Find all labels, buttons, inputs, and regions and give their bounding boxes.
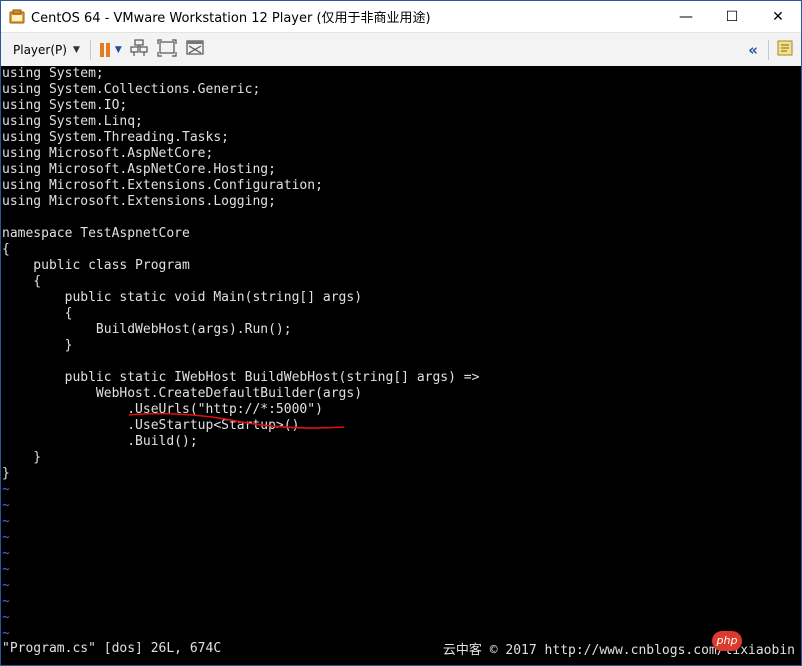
code-line: public class Program xyxy=(2,258,190,273)
close-button[interactable]: ✕ xyxy=(755,1,801,32)
code-line: } xyxy=(2,450,42,465)
empty-line-tilde: ~ xyxy=(2,626,10,641)
empty-line-tilde: ~ xyxy=(2,482,10,497)
code-line: WebHost.CreateDefaultBuilder(args) xyxy=(2,386,363,401)
toolbar-divider xyxy=(768,39,769,60)
window-title: CentOS 64 - VMware Workstation 12 Player… xyxy=(31,11,431,26)
code-line: using System.Threading.Tasks; xyxy=(2,130,229,145)
player-menu-button[interactable]: Player(P) ▼ xyxy=(13,39,80,61)
toolbar-divider xyxy=(89,39,91,60)
empty-line-tilde: ~ xyxy=(2,514,10,529)
code-line: { xyxy=(2,242,10,257)
send-ctrl-alt-del-icon xyxy=(130,38,148,61)
vmware-player-window: CentOS 64 - VMware Workstation 12 Player… xyxy=(0,0,802,666)
toolbar-right: « xyxy=(748,33,793,66)
window-controls: — ☐ ✕ xyxy=(663,1,801,32)
fullscreen-button[interactable] xyxy=(156,38,178,61)
maximize-icon: ☐ xyxy=(725,8,739,25)
fullscreen-icon xyxy=(157,38,177,61)
code-line: using System.Collections.Generic; xyxy=(2,82,261,97)
empty-line-tilde: ~ xyxy=(2,594,10,609)
empty-line-tilde: ~ xyxy=(2,498,10,513)
vmware-app-icon xyxy=(9,9,25,25)
empty-line-tilde: ~ xyxy=(2,546,10,561)
player-toolbar: Player(P) ▼ ▼ « xyxy=(1,32,801,67)
code-line: using System.IO; xyxy=(2,98,128,113)
empty-line-tilde: ~ xyxy=(2,578,10,593)
minimize-icon: — xyxy=(679,8,693,25)
code-line: using System; xyxy=(2,66,104,81)
chevron-down-icon: ▼ xyxy=(72,44,80,55)
close-icon: ✕ xyxy=(772,8,784,25)
maximize-button[interactable]: ☐ xyxy=(709,1,755,32)
notes-icon[interactable] xyxy=(777,40,793,60)
code-line: using System.Linq; xyxy=(2,114,143,129)
empty-line-tilde: ~ xyxy=(2,610,10,625)
code-line: using Microsoft.Extensions.Configuration… xyxy=(2,178,323,193)
code-line: using Microsoft.AspNetCore; xyxy=(2,146,214,161)
unity-button[interactable] xyxy=(184,39,206,61)
code-line: BuildWebHost(args).Run(); xyxy=(2,322,292,337)
player-menu-label: Player(P) xyxy=(13,42,67,57)
code-line: namespace TestAspnetCore xyxy=(2,226,190,241)
vm-console-screen[interactable]: using System; using System.Collections.Ge… xyxy=(1,66,801,665)
vi-status-line: "Program.cs" [dos] 26L, 674C xyxy=(2,641,222,656)
watermark-text: 云中客 © 2017 http://www.cnblogs.com/lixiao… xyxy=(442,643,795,658)
chevron-down-icon[interactable]: ▼ xyxy=(115,45,122,55)
code-line: .UseStartup<Startup>() xyxy=(2,418,300,433)
collapse-icon[interactable]: « xyxy=(748,41,758,59)
code-line: public static void Main(string[] args) xyxy=(2,290,363,305)
code-line: } xyxy=(2,466,10,481)
send-ctrl-alt-del-button[interactable] xyxy=(128,38,150,61)
code-line: public static IWebHost BuildWebHost(stri… xyxy=(2,370,480,385)
code-line: { xyxy=(2,274,42,289)
code-line: using Microsoft.Extensions.Logging; xyxy=(2,194,276,209)
pause-button[interactable]: ▼ xyxy=(99,39,122,61)
empty-line-tilde: ~ xyxy=(2,562,10,577)
code-line: .UseUrls("http://*:5000") xyxy=(2,402,323,417)
unity-icon xyxy=(186,39,204,61)
empty-line-tilde: ~ xyxy=(2,530,10,545)
php-badge: php xyxy=(712,631,742,651)
code-line: .Build(); xyxy=(2,434,198,449)
minimize-button[interactable]: — xyxy=(663,1,709,32)
title-bar[interactable]: CentOS 64 - VMware Workstation 12 Player… xyxy=(1,1,801,32)
code-line: { xyxy=(2,306,73,321)
code-line: using Microsoft.AspNetCore.Hosting; xyxy=(2,162,276,177)
code-line: } xyxy=(2,338,73,353)
pause-icon xyxy=(99,42,111,57)
